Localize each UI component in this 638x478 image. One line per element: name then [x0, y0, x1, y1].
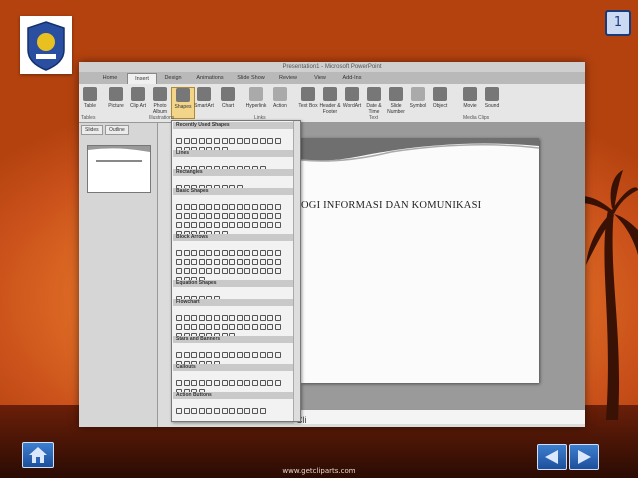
tab-design[interactable]: Design — [159, 73, 187, 83]
shape-row[interactable] — [176, 373, 292, 386]
picture-icon — [109, 87, 123, 101]
category-callouts: Callouts — [173, 364, 294, 371]
school-logo-icon — [20, 16, 72, 74]
smartart-button[interactable]: SmartArt — [193, 87, 215, 117]
tab-outline[interactable]: Outline — [105, 125, 129, 135]
clip-art-button[interactable]: Clip Art — [127, 87, 149, 117]
category-action-buttons: Action Buttons — [173, 392, 294, 399]
footer-credit: www.getcliparts.com — [282, 467, 356, 475]
action-icon — [273, 87, 287, 101]
photo-album-icon — [153, 87, 167, 101]
tab-review[interactable]: Review — [273, 73, 303, 83]
header-footer-icon — [323, 87, 337, 101]
home-icon — [29, 447, 47, 463]
category-recently-used-shapes: Recently Used Shapes — [173, 122, 294, 129]
text-box-icon — [301, 87, 315, 101]
wordart-icon — [345, 87, 359, 101]
symbol-button[interactable]: Symbol — [407, 87, 429, 117]
shape-row[interactable] — [176, 308, 292, 321]
slide-number-badge: 1 — [605, 10, 631, 36]
shape-row[interactable] — [176, 159, 292, 172]
category-basic-shapes: Basic Shapes — [173, 188, 294, 195]
text-box-button[interactable]: Text Box — [297, 87, 319, 117]
shape-row[interactable] — [176, 206, 292, 219]
date-time-button[interactable]: Date & Time — [363, 87, 385, 117]
ribbon: Table Picture Clip Art Photo Album Shape… — [79, 84, 585, 123]
header-footer-button[interactable]: Header & Footer — [319, 87, 341, 117]
hyperlink-icon — [249, 87, 263, 101]
group-tables: Tables — [81, 115, 96, 121]
ribbon-tabs: Home Insert Design Animations Slide Show… — [79, 72, 585, 84]
shapes-gallery-dropdown: Recently Used Shapes Lines Rectangles Ba… — [171, 120, 301, 422]
shape-row[interactable] — [176, 243, 292, 256]
table-button[interactable]: Table — [79, 87, 101, 117]
shape-row[interactable] — [176, 140, 292, 153]
category-block-arrows: Block Arrows — [173, 234, 294, 241]
chart-button[interactable]: Chart — [217, 87, 239, 117]
shape-row[interactable] — [176, 289, 292, 302]
picture-button[interactable]: Picture — [105, 87, 127, 117]
home-button[interactable] — [22, 442, 54, 468]
shape-row[interactable] — [176, 261, 292, 274]
category-lines: Lines — [173, 150, 294, 157]
shape-row[interactable] — [176, 382, 292, 395]
shape-row[interactable] — [176, 215, 292, 228]
slide-number-icon — [389, 87, 403, 101]
powerpoint-screenshot: Presentation1 - Microsoft PowerPoint Hom… — [79, 62, 585, 427]
shape-row[interactable] — [176, 270, 292, 283]
slide-wave-decoration — [301, 138, 539, 162]
sound-button[interactable]: Sound — [481, 87, 503, 117]
tab-home[interactable]: Home — [95, 73, 125, 83]
group-text: Text — [369, 115, 379, 121]
category-stars-and-banners: Stars and Banners — [173, 336, 294, 343]
category-rectangles: Rectangles — [173, 169, 294, 176]
tab-animations[interactable]: Animations — [191, 73, 229, 83]
shape-row[interactable] — [176, 345, 292, 358]
shape-row[interactable] — [176, 224, 292, 237]
tab-slide-show[interactable]: Slide Show — [233, 73, 269, 83]
wordart-button[interactable]: WordArt — [341, 87, 363, 117]
table-icon — [83, 87, 97, 101]
shape-row[interactable] — [176, 252, 292, 265]
shapes-icon — [176, 88, 190, 102]
category-equation-shapes: Equation Shapes — [173, 280, 294, 287]
group-media-clips: Media Clips — [463, 115, 490, 121]
shape-row[interactable] — [176, 401, 292, 414]
arrow-right-icon — [578, 450, 591, 464]
object-icon — [433, 87, 447, 101]
shape-row[interactable] — [176, 178, 292, 191]
action-button[interactable]: Action — [269, 87, 291, 117]
tab-add-ins[interactable]: Add-Ins — [337, 73, 367, 83]
slide-thumbnail[interactable] — [87, 145, 151, 193]
chart-icon — [221, 87, 235, 101]
object-button[interactable]: Object — [429, 87, 451, 117]
slide-canvas[interactable]: OGI INFORMASI DAN KOMUNIKASI — [301, 138, 539, 383]
shape-row[interactable] — [176, 354, 292, 367]
shape-row[interactable] — [176, 317, 292, 330]
photo-album-button[interactable]: Photo Album — [149, 87, 171, 117]
hyperlink-button[interactable]: Hyperlink — [245, 87, 267, 117]
tab-view[interactable]: View — [307, 73, 333, 83]
window-title: Presentation1 - Microsoft PowerPoint — [79, 62, 585, 72]
shape-row[interactable] — [176, 131, 292, 144]
shape-row[interactable] — [176, 197, 292, 210]
shapes-scrollbar[interactable] — [293, 121, 300, 421]
tab-slides[interactable]: Slides — [81, 125, 103, 135]
clip-art-icon — [131, 87, 145, 101]
sound-icon — [485, 87, 499, 101]
category-flowchart: Flowchart — [173, 299, 294, 306]
symbol-icon — [411, 87, 425, 101]
movie-button[interactable]: Movie — [459, 87, 481, 117]
tab-insert[interactable]: Insert — [127, 73, 157, 84]
slides-pane: Slides Outline — [79, 123, 158, 427]
arrow-left-icon — [545, 450, 558, 464]
shape-row[interactable] — [176, 326, 292, 339]
notes-pane[interactable]: Cli — [294, 409, 585, 425]
shapes-button[interactable]: Shapes — [171, 87, 195, 119]
movie-icon — [463, 87, 477, 101]
smartart-icon — [197, 87, 211, 101]
slide-number-button[interactable]: Slide Number — [385, 87, 407, 117]
slide-title[interactable]: OGI INFORMASI DAN KOMUNIKASI — [301, 200, 481, 211]
date-time-icon — [367, 87, 381, 101]
